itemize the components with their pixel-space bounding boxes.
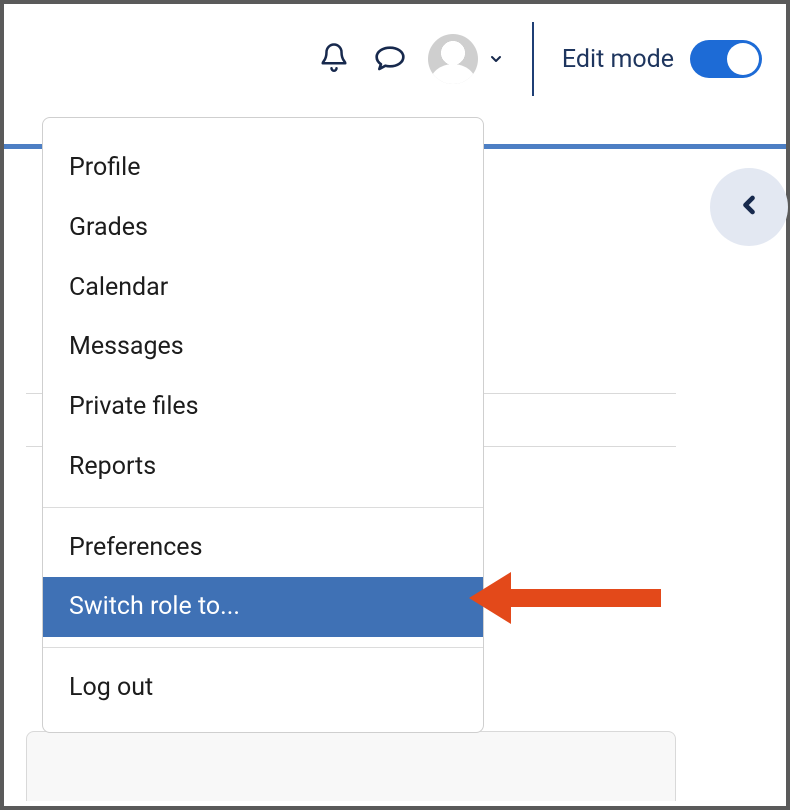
user-menu-toggle[interactable] [428,34,504,84]
menu-item-messages[interactable]: Messages [43,317,483,377]
drawer-toggle[interactable] [710,168,788,246]
menu-item-reports[interactable]: Reports [43,437,483,497]
menu-item-calendar[interactable]: Calendar [43,258,483,318]
menu-item-log-out[interactable]: Log out [43,658,483,718]
menu-item-profile[interactable]: Profile [43,138,483,198]
menu-divider [43,507,483,508]
chevron-left-icon [735,191,763,223]
annotation-arrow [469,572,661,624]
messages-button[interactable] [368,37,412,81]
menu-item-private-files[interactable]: Private files [43,377,483,437]
arrow-shaft [511,589,661,607]
edit-mode-toggle[interactable] [690,40,762,78]
bell-icon [319,42,349,76]
chevron-down-icon [488,51,504,67]
menu-item-preferences[interactable]: Preferences [43,518,483,578]
content-panel [26,731,676,801]
menu-item-switch-role[interactable]: Switch role to... [43,577,483,637]
menu-divider [43,647,483,648]
divider [532,22,534,96]
notifications-button[interactable] [312,37,356,81]
avatar [428,34,478,84]
user-dropdown-menu: Profile Grades Calendar Messages Private… [42,117,484,733]
speech-bubble-icon [374,41,406,77]
toggle-knob [727,43,759,75]
menu-item-grades[interactable]: Grades [43,198,483,258]
edit-mode-label: Edit mode [562,45,674,74]
top-bar: Edit mode [4,4,786,114]
topbar-right-cluster: Edit mode [312,22,762,96]
